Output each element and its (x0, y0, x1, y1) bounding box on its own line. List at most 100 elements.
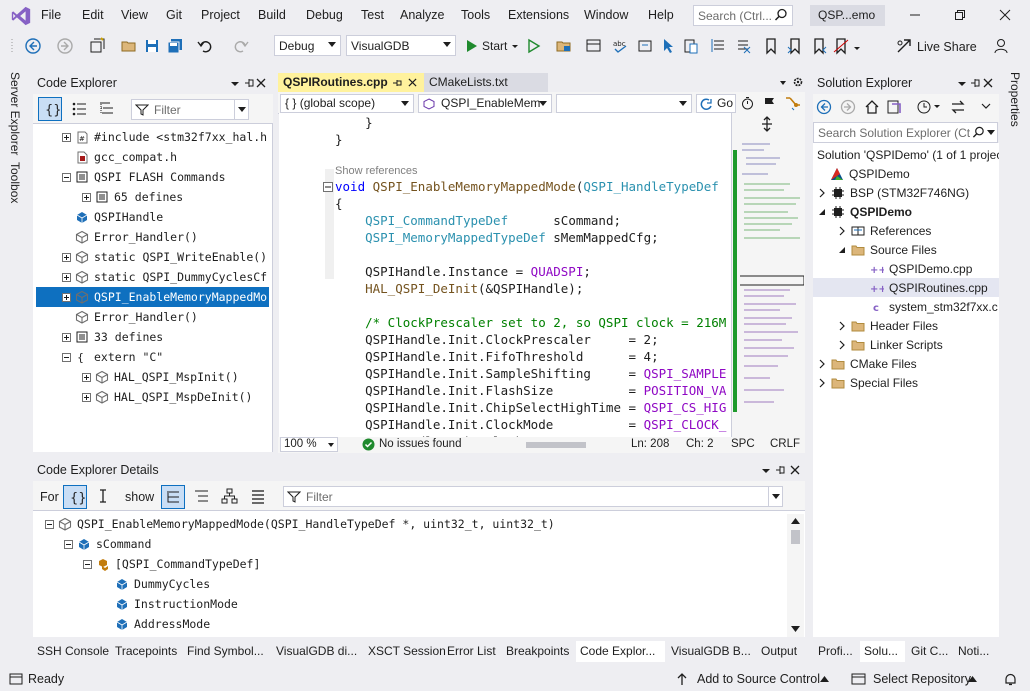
details-filter[interactable]: Filter (283, 486, 783, 507)
collapse-toggle-icon[interactable] (83, 559, 92, 569)
text-cursor-icon[interactable] (95, 488, 111, 504)
select-repository[interactable]: Select Repository (873, 672, 971, 686)
bookmark-icon[interactable] (762, 37, 780, 55)
bottom-tab[interactable]: XSCT Session (364, 641, 446, 662)
start-without-debugging-icon[interactable] (524, 37, 542, 55)
code-explorer-item[interactable]: 33 defines (36, 327, 269, 347)
expand-toggle-icon[interactable] (62, 272, 71, 282)
close-window-icon[interactable] (996, 6, 1014, 24)
solution-explorer-item[interactable]: Source Files (813, 240, 999, 259)
pin-icon[interactable] (243, 77, 255, 89)
code-explorer-filter[interactable]: Filter (131, 99, 249, 120)
save-all-icon[interactable] (166, 37, 184, 55)
expand-arrow-icon[interactable] (837, 321, 847, 331)
bottom-tab[interactable]: Breakpoints (502, 641, 574, 662)
toolbox-tab[interactable]: Toolbox (8, 162, 22, 203)
menu-file[interactable]: File (41, 8, 61, 22)
se-bottom-tab[interactable]: Git C... (907, 641, 952, 662)
expand-toggle-icon[interactable] (62, 292, 71, 302)
solution-explorer-item[interactable]: Solution 'QSPIDemo' (1 of 1 projec (813, 145, 999, 164)
details-item[interactable]: DummyCycles (33, 574, 793, 594)
collapse-toggle-icon[interactable] (64, 539, 73, 549)
code-explorer-item[interactable]: QSPI_EnableMemoryMappedMo (36, 287, 269, 307)
layout-icon[interactable] (585, 37, 603, 55)
solution-explorer-item[interactable]: QSPIDemo (813, 202, 999, 221)
code-explorer-item[interactable]: Error_Handler() (36, 227, 269, 247)
filter-dropdown[interactable] (234, 100, 248, 119)
solution-explorer-item[interactable]: Special Files (813, 373, 999, 392)
back-icon[interactable] (24, 37, 42, 55)
bottom-tab[interactable]: Error List (443, 641, 500, 662)
collapse-block-icon[interactable] (323, 182, 333, 192)
code-explorer-item[interactable]: 65 defines (36, 187, 269, 207)
code-explorer-item[interactable]: static QSPI_WriteEnable() (36, 247, 269, 267)
repository-chevron-icon[interactable] (968, 676, 977, 682)
solution-explorer-item[interactable]: References (813, 221, 999, 240)
expand-toggle-icon[interactable] (82, 392, 91, 402)
notifications-bell-icon[interactable] (1003, 672, 1018, 687)
code-explorer-item[interactable]: HAL_QSPI_MspDeInit() (36, 387, 269, 407)
arrow-up-icon[interactable] (676, 672, 688, 686)
window-menu-icon[interactable] (229, 78, 241, 90)
scroll-up-icon[interactable] (791, 518, 800, 524)
solution-explorer-search[interactable]: Search Solution Explorer (Ct (813, 122, 998, 143)
for-scope-button[interactable]: {} (63, 485, 87, 509)
solution-platform-select[interactable]: VisualGDB (346, 35, 456, 56)
details-item[interactable]: AddressMode (33, 614, 793, 634)
code-explorer-item[interactable]: HAL_QSPI_MspInit() (36, 367, 269, 387)
expand-toggle-icon[interactable] (82, 192, 91, 202)
call-graph-icon[interactable] (221, 488, 238, 505)
filter-dropdown-icon[interactable] (933, 102, 941, 112)
scope-mode-button[interactable]: {} (38, 97, 62, 121)
se-bottom-tab[interactable]: Noti... (954, 641, 998, 662)
live-share-icon[interactable] (895, 37, 913, 55)
bottom-tab[interactable]: Output (757, 641, 805, 662)
se-close-icon[interactable] (983, 78, 993, 88)
solution-explorer-item[interactable]: ++ QSPIRoutines.cpp (813, 278, 999, 297)
uncomment-lines-icon[interactable] (734, 37, 752, 55)
code-explorer-item[interactable]: gcc_compat.h (36, 147, 269, 167)
sync-active-document-icon[interactable] (950, 99, 966, 115)
flat-list-icon[interactable] (249, 488, 266, 505)
scroll-thumb[interactable] (791, 530, 800, 544)
se-pin-icon[interactable] (969, 77, 981, 89)
more-options-icon[interactable] (978, 101, 994, 113)
code-explorer-item[interactable]: QSPI FLASH Commands (36, 167, 269, 187)
split-editor-icon[interactable] (760, 116, 774, 132)
collapse-toggle-icon[interactable] (45, 519, 54, 529)
toolbar-icon-a[interactable] (636, 37, 654, 55)
se-bottom-tab[interactable]: Solu... (860, 641, 905, 662)
open-folder-icon[interactable] (120, 37, 138, 55)
timer-icon[interactable] (740, 96, 755, 111)
solution-explorer-item[interactable]: c system_stm32f7xx.c (813, 297, 999, 316)
home-icon[interactable] (864, 99, 880, 115)
solution-explorer-item[interactable]: Linker Scripts (813, 335, 999, 354)
forward-icon[interactable] (56, 37, 74, 55)
tab-qspiroutines-cpp[interactable]: QSPIRoutines.cpp (278, 73, 424, 92)
solution-explorer-item[interactable]: CMake Files (813, 354, 999, 373)
scroll-down-icon[interactable] (791, 626, 800, 632)
cursor-select-icon[interactable] (660, 37, 678, 55)
solution-explorer-item[interactable]: QSPIDemo (813, 164, 999, 183)
code-explorer-item[interactable]: Error_Handler() (36, 307, 269, 327)
menu-extensions[interactable]: Extensions (508, 8, 569, 22)
start-button-label[interactable]: Start (482, 39, 507, 53)
menu-analyze[interactable]: Analyze (400, 8, 444, 22)
expand-arrow-icon[interactable] (817, 359, 827, 369)
expand-arrow-icon[interactable] (817, 188, 827, 198)
collapse-toggle-icon[interactable] (62, 172, 71, 182)
expand-arrow-icon[interactable] (817, 378, 827, 388)
expand-toggle-icon[interactable] (62, 332, 71, 342)
spell-check-icon[interactable]: abc (612, 37, 630, 55)
collapse-arrow-icon[interactable] (837, 245, 847, 255)
toolbar-overflow-icon[interactable] (852, 37, 862, 55)
editor-settings-gear-icon[interactable] (792, 76, 804, 88)
minimize-icon[interactable] (906, 6, 924, 24)
bottom-tab[interactable]: Find Symbol... (183, 641, 270, 662)
redo-icon[interactable] (232, 37, 250, 55)
menu-build[interactable]: Build (258, 8, 286, 22)
solution-explorer-item[interactable]: Header Files (813, 316, 999, 335)
tab-close-icon[interactable] (408, 78, 417, 87)
prev-bookmark-icon[interactable] (786, 37, 804, 55)
bottom-tab[interactable]: Code Explor... (576, 641, 665, 662)
